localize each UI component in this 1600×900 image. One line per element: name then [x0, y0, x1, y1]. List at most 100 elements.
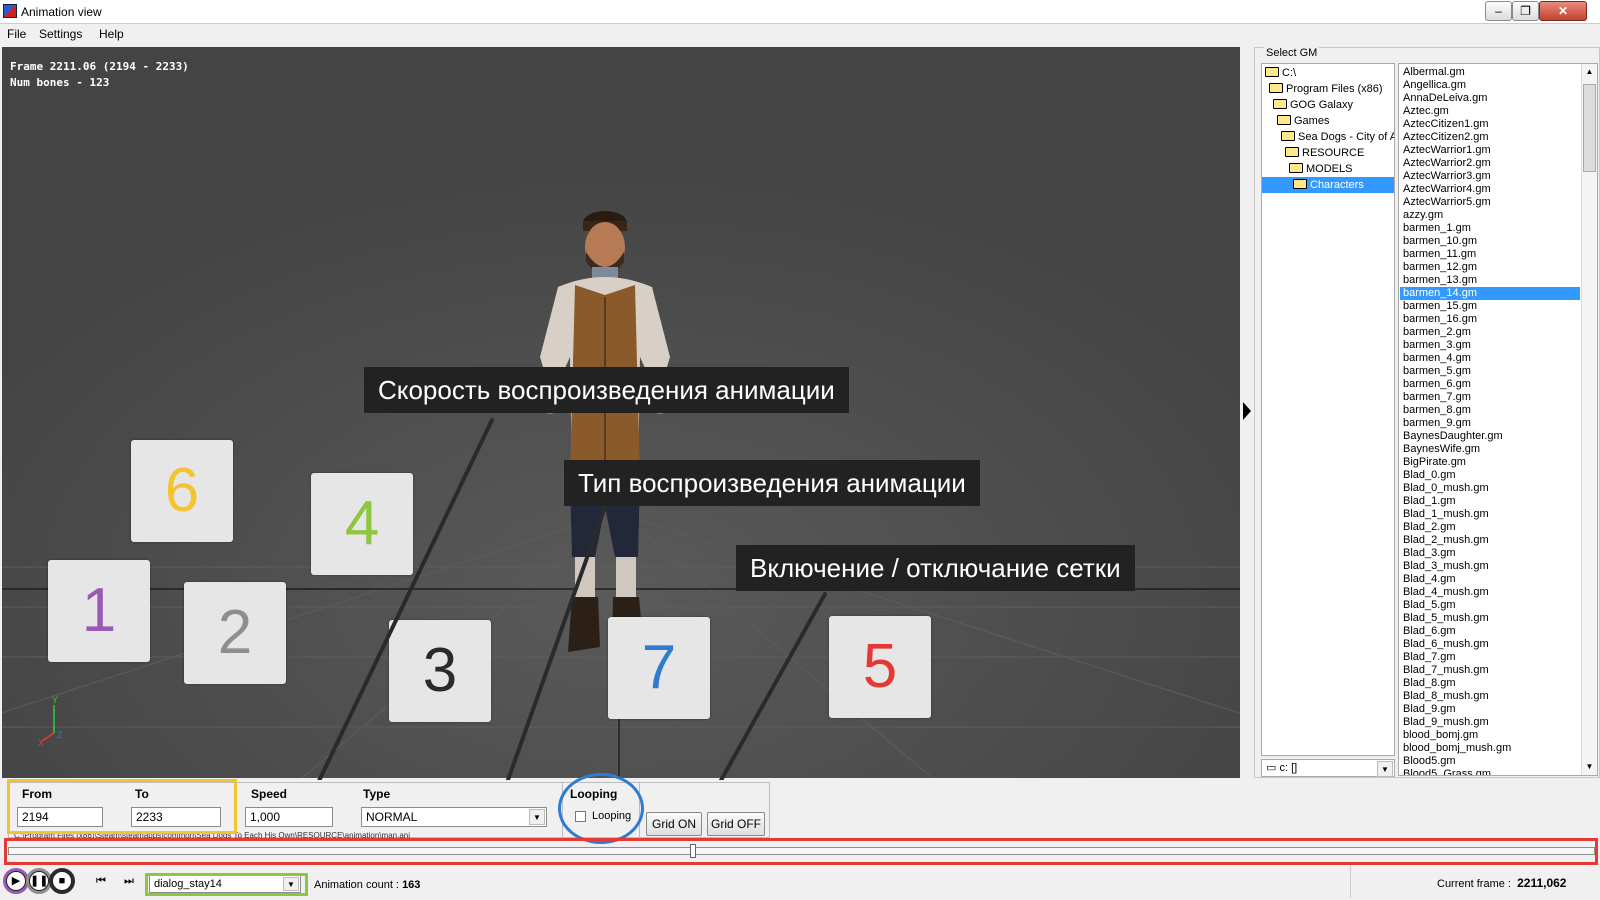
- current-frame: Current frame : 2211,062: [1437, 876, 1566, 890]
- file-list-item[interactable]: barmen_7.gm: [1400, 391, 1580, 404]
- type-label: Type: [363, 787, 391, 801]
- tree-item-games[interactable]: Games: [1277, 113, 1329, 129]
- file-list-item[interactable]: barmen_3.gm: [1400, 339, 1580, 352]
- file-list-item[interactable]: barmen_6.gm: [1400, 378, 1580, 391]
- file-list-item[interactable]: barmen_14.gm: [1400, 287, 1580, 300]
- type-select[interactable]: NORMAL ▼: [361, 807, 547, 827]
- file-list-item[interactable]: barmen_10.gm: [1400, 235, 1580, 248]
- tree-item-label: C:\: [1282, 67, 1297, 79]
- tree-item-program-files[interactable]: Program Files (x86): [1269, 81, 1383, 97]
- file-list-item[interactable]: Blad_3_mush.gm: [1400, 560, 1580, 573]
- tree-item-label: Program Files (x86): [1286, 83, 1383, 95]
- file-list-item[interactable]: blood_bomj_mush.gm: [1400, 742, 1580, 755]
- file-list-item[interactable]: barmen_16.gm: [1400, 313, 1580, 326]
- file-list-item[interactable]: Albermal.gm: [1400, 66, 1580, 79]
- highlight-animation: [145, 873, 308, 896]
- file-list-item[interactable]: AztecWarrior2.gm: [1400, 157, 1580, 170]
- tree-item-label: GOG Galaxy: [1290, 99, 1353, 111]
- file-list-item[interactable]: Angellica.gm: [1400, 79, 1580, 92]
- file-list-item[interactable]: Blad_6.gm: [1400, 625, 1580, 638]
- file-list-item[interactable]: barmen_4.gm: [1400, 352, 1580, 365]
- file-list-item[interactable]: BaynesWife.gm: [1400, 443, 1580, 456]
- file-list[interactable]: Albermal.gm Angellica.gm AnnaDeLeiva.gm Azt…: [1398, 63, 1598, 776]
- file-list-item[interactable]: Blad_2_mush.gm: [1400, 534, 1580, 547]
- file-list-item[interactable]: BigPirate.gm: [1400, 456, 1580, 469]
- grid-on-button[interactable]: Grid ON: [646, 812, 702, 836]
- scroll-down-icon[interactable]: ▼: [1582, 759, 1597, 775]
- file-list-item[interactable]: azzy.gm: [1400, 209, 1580, 222]
- file-list-item[interactable]: Blad_8_mush.gm: [1400, 690, 1580, 703]
- file-list-item[interactable]: Blad_1_mush.gm: [1400, 508, 1580, 521]
- file-list-item[interactable]: Blad_5.gm: [1400, 599, 1580, 612]
- collapse-arrow-icon[interactable]: [1243, 402, 1251, 420]
- status-divider: [1350, 864, 1351, 898]
- file-list-scrollbar[interactable]: ▲ ▼: [1581, 64, 1597, 775]
- type-value: NORMAL: [366, 810, 418, 824]
- grid-off-button[interactable]: Grid OFF: [707, 812, 765, 836]
- file-list-item[interactable]: AztecWarrior5.gm: [1400, 196, 1580, 209]
- file-list-item[interactable]: AnnaDeLeiva.gm: [1400, 92, 1580, 105]
- tree-item-label: RESOURCE: [1302, 147, 1365, 159]
- file-list-item[interactable]: Blood5.gm: [1400, 755, 1580, 768]
- speed-field[interactable]: 1,000: [245, 807, 333, 827]
- drive-select[interactable]: ▭ c: [] ▼: [1261, 759, 1395, 777]
- file-list-item[interactable]: barmen_15.gm: [1400, 300, 1580, 313]
- file-list-item[interactable]: AztecWarrior1.gm: [1400, 144, 1580, 157]
- file-list-item[interactable]: Blad_3.gm: [1400, 547, 1580, 560]
- file-list-item[interactable]: AztecWarrior3.gm: [1400, 170, 1580, 183]
- file-list-item[interactable]: AztecCitizen2.gm: [1400, 131, 1580, 144]
- tree-item-label: Sea Dogs - City of A: [1298, 131, 1395, 143]
- file-list-item[interactable]: Blad_8.gm: [1400, 677, 1580, 690]
- file-list-item[interactable]: barmen_9.gm: [1400, 417, 1580, 430]
- scroll-up-icon[interactable]: ▲: [1582, 64, 1597, 80]
- file-list-item[interactable]: barmen_13.gm: [1400, 274, 1580, 287]
- prev-animation-button[interactable]: ⏮: [96, 875, 106, 888]
- file-list-item[interactable]: Blad_1.gm: [1400, 495, 1580, 508]
- file-list-item[interactable]: Blad_6_mush.gm: [1400, 638, 1580, 651]
- folder-icon: [1281, 131, 1295, 141]
- file-list-item[interactable]: barmen_12.gm: [1400, 261, 1580, 274]
- current-frame-label: Current frame :: [1437, 878, 1511, 890]
- drive-icon: ▭: [1266, 762, 1280, 774]
- file-list-item[interactable]: Blad_0_mush.gm: [1400, 482, 1580, 495]
- file-list-item[interactable]: barmen_5.gm: [1400, 365, 1580, 378]
- file-list-item[interactable]: Blad_4.gm: [1400, 573, 1580, 586]
- file-list-item[interactable]: Blad_0.gm: [1400, 469, 1580, 482]
- chevron-down-icon[interactable]: ▼: [1377, 761, 1393, 777]
- file-list-item[interactable]: Blad_2.gm: [1400, 521, 1580, 534]
- folder-icon: [1277, 115, 1291, 125]
- file-list-item[interactable]: Blad_5_mush.gm: [1400, 612, 1580, 625]
- folder-tree[interactable]: C:\ Program Files (x86) GOG Galaxy Games…: [1261, 63, 1395, 756]
- file-list-item[interactable]: Blood5_Grass.gm: [1400, 768, 1580, 775]
- tree-item-resource[interactable]: RESOURCE: [1285, 145, 1364, 161]
- file-list-item[interactable]: Blad_7_mush.gm: [1400, 664, 1580, 677]
- tree-item-label: Games: [1294, 115, 1330, 127]
- tree-item-gog-galaxy[interactable]: GOG Galaxy: [1273, 97, 1353, 113]
- file-list-item[interactable]: barmen_2.gm: [1400, 326, 1580, 339]
- file-list-item[interactable]: AztecCitizen1.gm: [1400, 118, 1580, 131]
- file-list-item[interactable]: barmen_1.gm: [1400, 222, 1580, 235]
- file-list-item[interactable]: Blad_4_mush.gm: [1400, 586, 1580, 599]
- tree-item-c[interactable]: C:\: [1265, 65, 1296, 81]
- folder-icon: [1285, 147, 1299, 157]
- scroll-thumb[interactable]: [1583, 84, 1596, 172]
- chevron-down-icon[interactable]: ▼: [529, 809, 545, 825]
- file-list-item[interactable]: BaynesDaughter.gm: [1400, 430, 1580, 443]
- tree-item-models[interactable]: MODELS: [1289, 161, 1352, 177]
- file-list-item[interactable]: blood_bomj.gm: [1400, 729, 1580, 742]
- next-animation-button[interactable]: ⏭: [124, 875, 134, 888]
- current-frame-value: 2211,062: [1517, 876, 1567, 890]
- file-list-item[interactable]: Blad_9.gm: [1400, 703, 1580, 716]
- file-list-item[interactable]: Blad_9_mush.gm: [1400, 716, 1580, 729]
- tree-item-characters[interactable]: Characters: [1262, 177, 1394, 193]
- file-list-item[interactable]: Aztec.gm: [1400, 105, 1580, 118]
- select-gm-label: Select GM: [1264, 47, 1320, 59]
- speed-label: Speed: [251, 787, 288, 801]
- file-list-item[interactable]: barmen_8.gm: [1400, 404, 1580, 417]
- file-list-item[interactable]: barmen_11.gm: [1400, 248, 1580, 261]
- highlight-from-to: [7, 779, 237, 834]
- folder-icon: [1289, 163, 1303, 173]
- file-list-item[interactable]: Blad_7.gm: [1400, 651, 1580, 664]
- tree-item-sea-dogs[interactable]: Sea Dogs - City of A: [1281, 129, 1395, 145]
- file-list-item[interactable]: AztecWarrior4.gm: [1400, 183, 1580, 196]
